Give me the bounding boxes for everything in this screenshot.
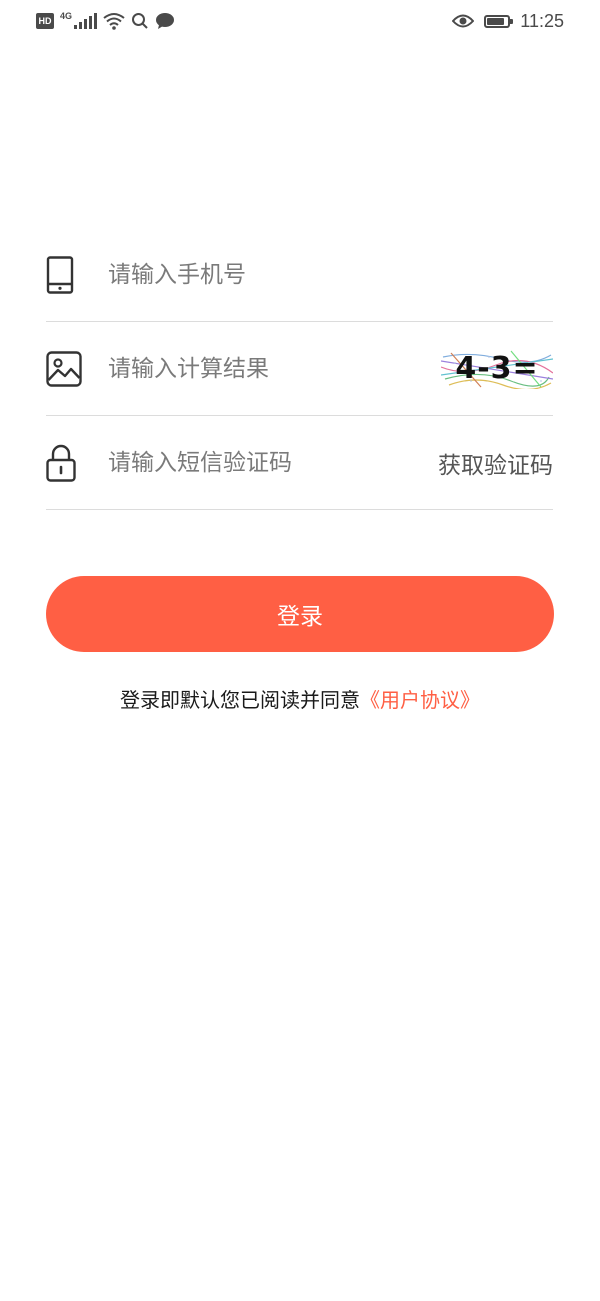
wifi-icon (103, 13, 125, 30)
message-icon (156, 13, 175, 29)
agreement-prefix: 登录即默认您已阅读并同意 (120, 688, 360, 712)
get-code-button[interactable]: 获取验证码 (438, 446, 553, 480)
sms-code-input[interactable] (108, 442, 438, 483)
eye-icon (452, 14, 475, 28)
status-bar: HD 4G 11:25 (0, 0, 600, 42)
captcha-input[interactable] (108, 348, 441, 389)
sms-code-row: 获取验证码 (46, 416, 553, 510)
image-icon (46, 349, 84, 389)
signal-icon (74, 13, 98, 29)
login-form: 4-3= 获取验证码 (46, 228, 553, 510)
captcha-image[interactable]: 4-3= (441, 349, 553, 389)
status-right: 11:25 (452, 10, 564, 32)
captcha-row: 4-3= (46, 322, 553, 416)
lock-icon (46, 443, 84, 483)
network-type: 4G (60, 11, 73, 21)
agreement-text: 登录即默认您已阅读并同意《用户协议》 (0, 684, 600, 713)
status-left: HD 4G (36, 10, 175, 32)
captcha-text: 4-3= (455, 351, 539, 386)
battery-fill (487, 17, 504, 25)
battery-icon (484, 14, 514, 28)
login-button[interactable]: 登录 (46, 576, 554, 652)
phone-row (46, 228, 553, 322)
phone-icon (46, 255, 84, 295)
phone-input[interactable] (108, 254, 553, 295)
status-time: 11:25 (520, 10, 564, 31)
hd-icon: HD (36, 13, 54, 29)
search-icon (132, 13, 148, 29)
user-agreement-link[interactable]: 《用户协议》 (360, 688, 480, 712)
